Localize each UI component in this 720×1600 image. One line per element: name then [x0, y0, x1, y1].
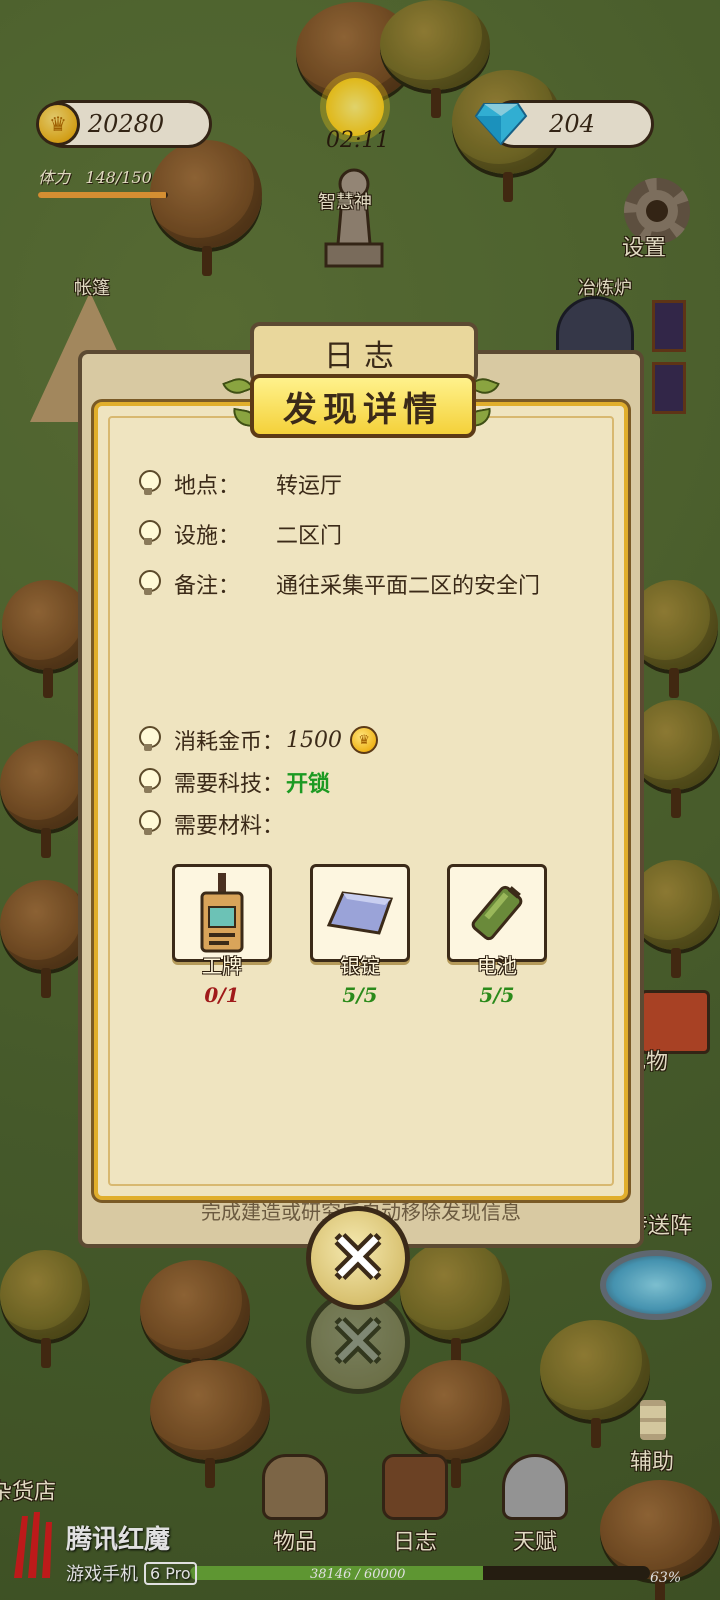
material-count: 0/1	[204, 983, 240, 1007]
materials-row: 需要材料：	[136, 808, 284, 840]
lightbulb-icon	[136, 570, 161, 598]
close-icon: ✕	[328, 1301, 388, 1383]
cost-row: 消耗金币： 1500 ♛	[136, 724, 379, 756]
lightbulb-icon	[136, 810, 161, 838]
note-row: 备注： 通往采集平面二区的安全门	[136, 568, 540, 600]
close-icon: ✕	[328, 1217, 388, 1299]
location-value: 转运厅	[276, 474, 343, 499]
material-name: 工牌	[202, 954, 242, 978]
material-box	[310, 864, 410, 962]
lightbulb-icon	[136, 470, 161, 498]
location-row: 地点： 转运厅	[136, 468, 342, 500]
facility-key: 设施：	[174, 524, 241, 549]
cost-key: 消耗金币：	[174, 730, 285, 755]
tech-key: 需要科技：	[174, 772, 285, 797]
material-box	[447, 864, 547, 962]
material-name: 电池	[477, 954, 517, 978]
materials-key: 需要材料：	[174, 814, 285, 839]
facility-row: 设施： 二区门	[136, 518, 342, 550]
location-key: 地点：	[174, 474, 241, 499]
facility-value: 二区门	[276, 524, 343, 549]
material-slot[interactable]: 电池 5/5	[447, 864, 547, 1007]
material-box	[172, 864, 272, 962]
silver-ingot-icon	[326, 891, 394, 935]
tech-value: 开锁	[286, 771, 331, 797]
material-count: 5/5	[479, 983, 515, 1007]
battery-icon	[471, 885, 523, 941]
lightbulb-icon	[136, 520, 161, 548]
lightbulb-icon	[136, 726, 161, 754]
material-slot[interactable]: 银锭 5/5	[310, 864, 410, 1007]
badge-icon	[200, 873, 244, 953]
note-value: 通往采集平面二区的安全门	[276, 574, 541, 599]
discovery-detail-title: 发现详情	[250, 374, 476, 438]
material-name: 银锭	[340, 954, 380, 978]
lightbulb-icon	[136, 768, 161, 796]
cost-value: 1500	[286, 727, 343, 753]
detail-close-button[interactable]: ✕	[306, 1206, 410, 1310]
material-slot[interactable]: 工牌 0/1	[172, 864, 272, 1007]
note-key: 备注：	[174, 574, 241, 599]
gold-coin-icon: ♛	[350, 726, 379, 754]
material-count: 5/5	[342, 983, 378, 1007]
tech-row: 需要科技： 开锁	[136, 766, 330, 798]
